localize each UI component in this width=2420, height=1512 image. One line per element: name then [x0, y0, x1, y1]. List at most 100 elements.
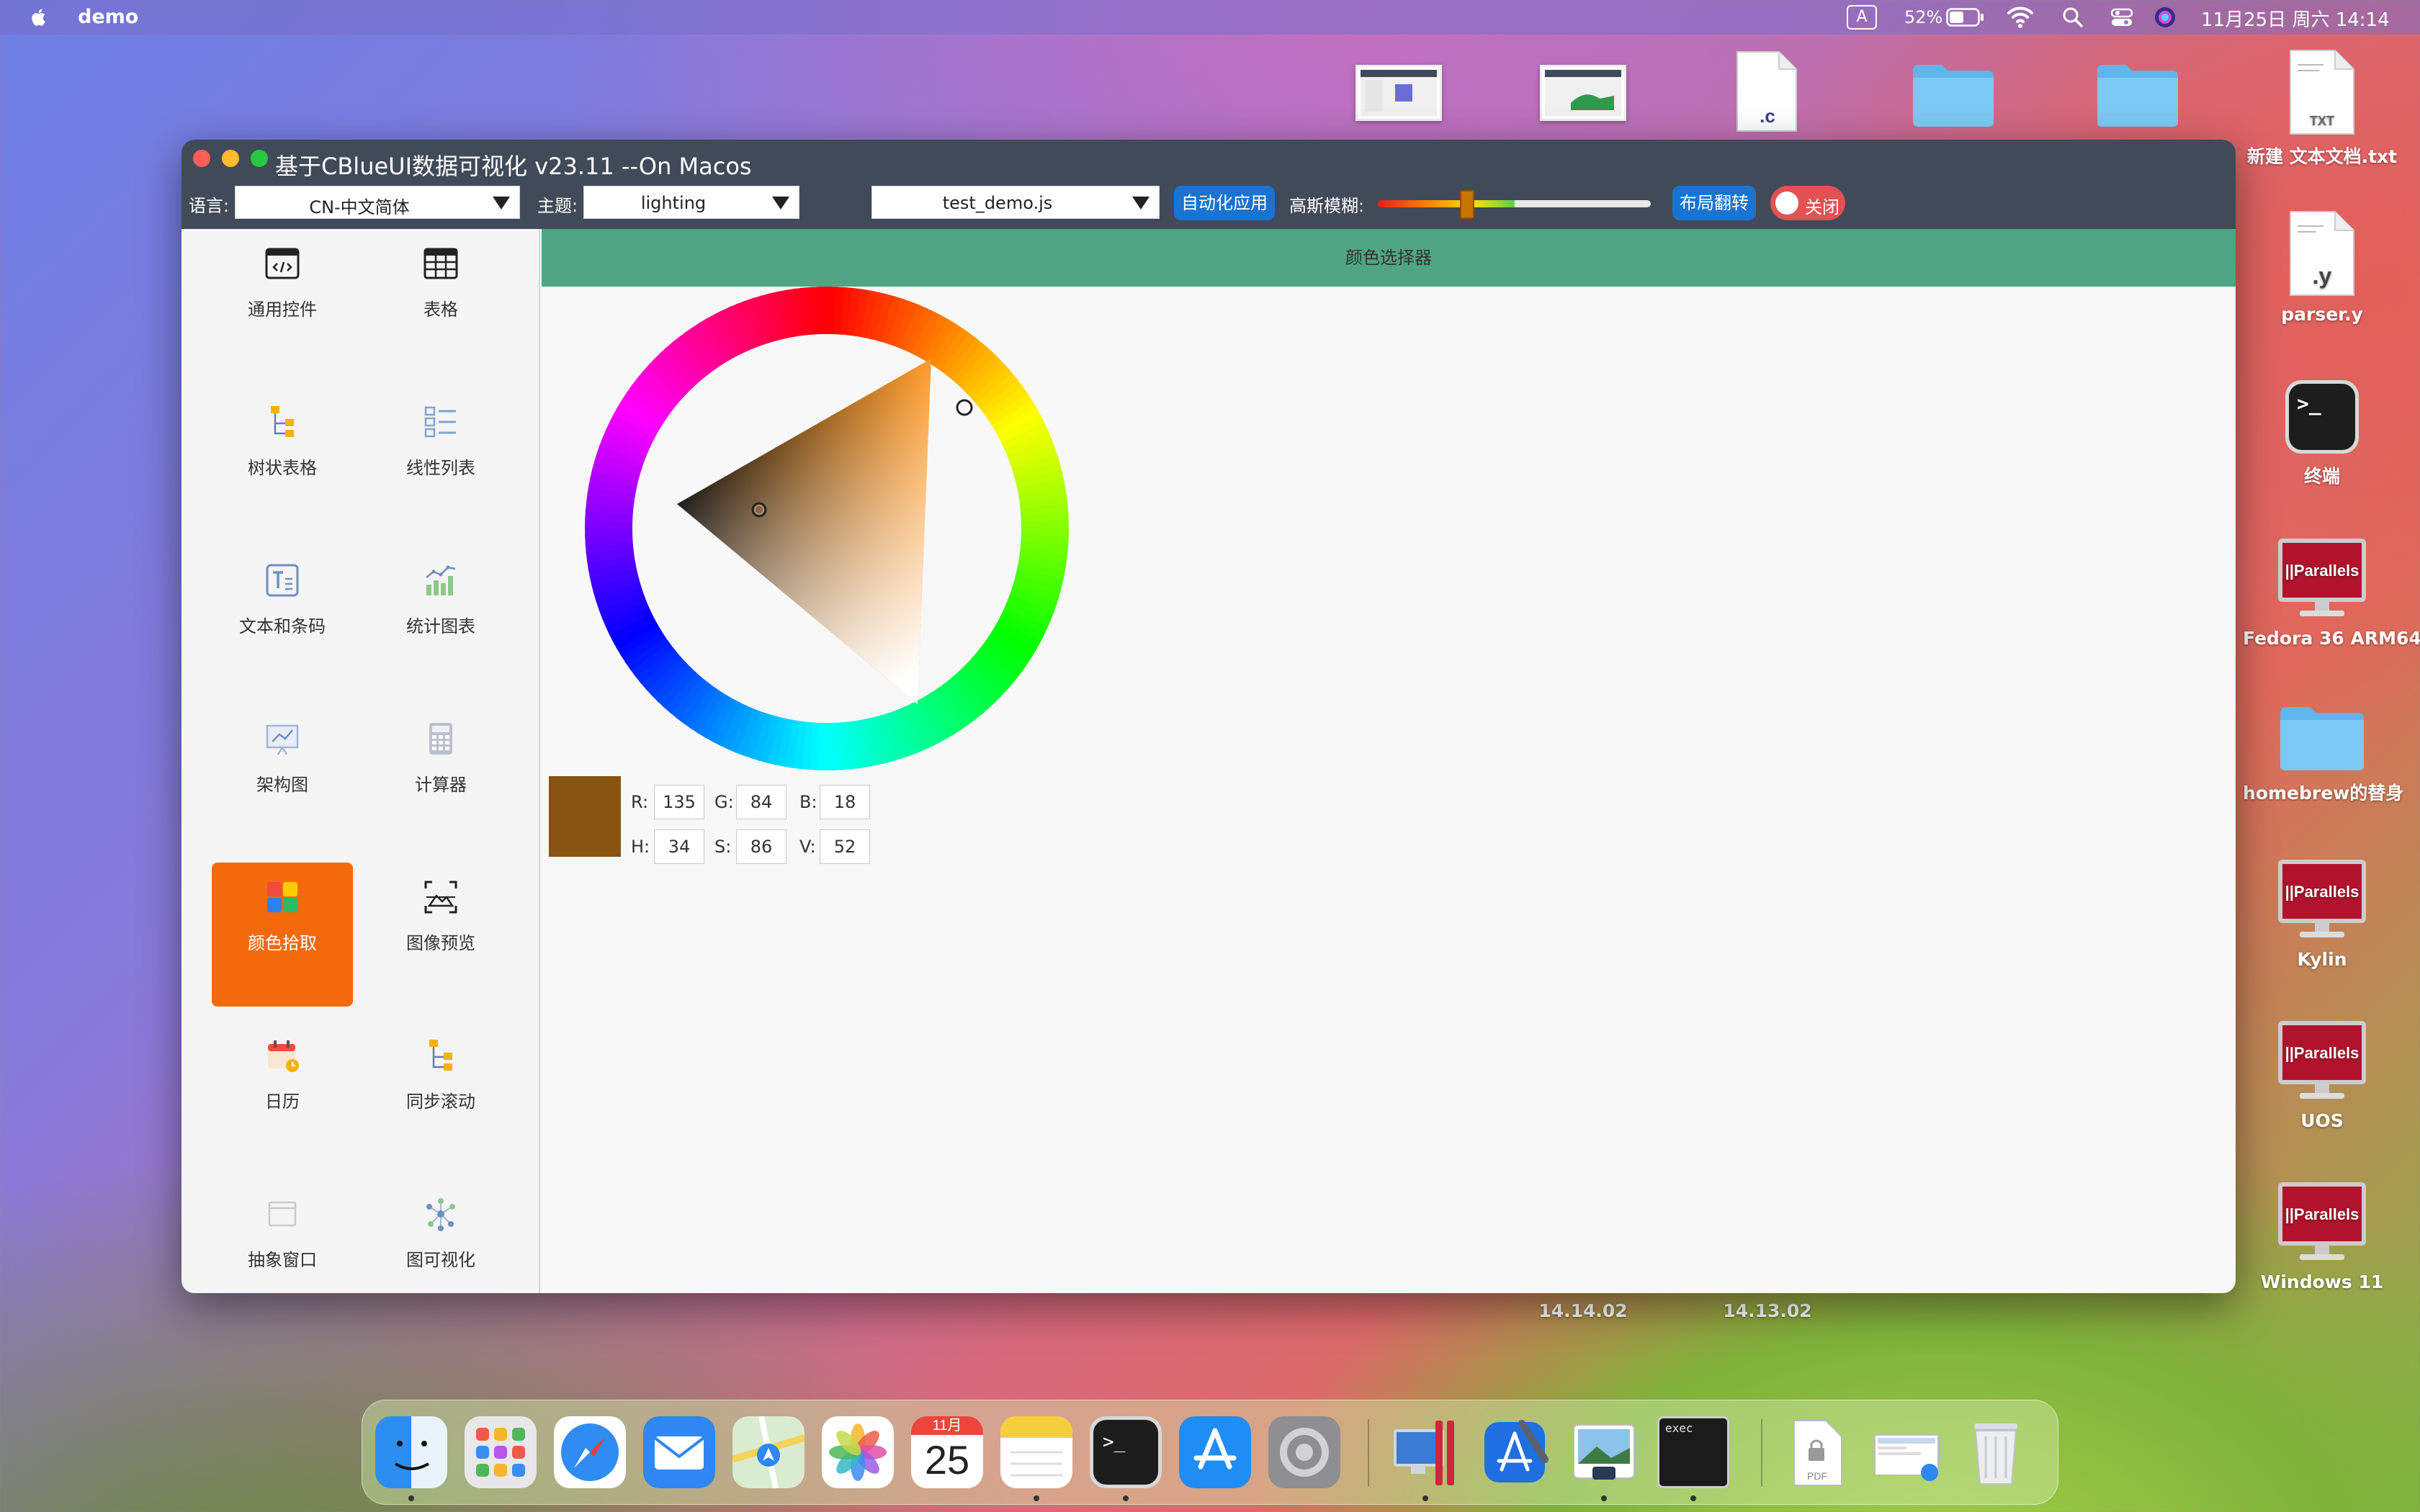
color-wheel[interactable] [585, 287, 1075, 776]
parallels-vm-icon: ||Parallels [2278, 1021, 2366, 1099]
app-store-icon[interactable] [1179, 1416, 1251, 1488]
sidebar-item-linear-list[interactable]: 线性列表 [370, 387, 511, 531]
theme-select[interactable]: lighting [583, 186, 799, 219]
dock-separator [1368, 1419, 1369, 1487]
sidebar-item-table[interactable]: 表格 [370, 229, 511, 373]
chevron-down-icon [1132, 197, 1150, 210]
mail-icon[interactable] [643, 1416, 715, 1488]
preview-icon[interactable] [1568, 1416, 1640, 1488]
active-app-name[interactable]: demo [78, 6, 138, 28]
battery-icon[interactable] [1946, 7, 1985, 27]
v-input[interactable]: 52 [820, 829, 870, 864]
sidebar-item-stat-chart[interactable]: 统计图表 [370, 546, 511, 690]
sidebar-item-label: 同步滚动 [406, 1092, 475, 1112]
language-label: 语言: [189, 196, 230, 216]
slider-thumb[interactable] [1460, 190, 1474, 219]
desktop-item-fedora-vm[interactable]: ||Parallels Fedora 36 ARM64 [2243, 536, 2420, 649]
system-settings-icon[interactable] [1268, 1416, 1340, 1488]
menubar-clock[interactable]: 11月25日 周六 14:14 [2201, 5, 2390, 32]
folder-icon[interactable] [2094, 60, 2181, 128]
sidebar-item-label: 统计图表 [406, 616, 475, 636]
txt-badge: TXT [2310, 114, 2334, 128]
calendar-app-icon[interactable]: 11月 25 [911, 1416, 983, 1488]
notes-icon[interactable] [1000, 1416, 1072, 1488]
sidebar-item-common-controls[interactable]: 通用控件 [212, 229, 353, 373]
v-label: V: [799, 837, 816, 857]
photos-icon[interactable] [822, 1416, 894, 1488]
window-minimize-button[interactable] [222, 150, 239, 167]
code-window-icon [265, 248, 300, 279]
exec-icon[interactable]: exec [1657, 1416, 1729, 1488]
desktop-item-label: parser.y [2281, 304, 2363, 325]
screenshot-file-icon[interactable] [1355, 65, 1442, 121]
b-input[interactable]: 18 [820, 785, 870, 819]
siri-icon[interactable] [2154, 6, 2177, 29]
desktop-item-uos-vm[interactable]: ||Parallels UOS [2243, 1018, 2401, 1131]
r-input[interactable]: 135 [654, 785, 704, 819]
running-indicator [1422, 1495, 1428, 1501]
table-icon [424, 248, 458, 279]
language-select[interactable]: CN-中文简体 [235, 186, 520, 219]
app-window: 基于CBlueUI数据可视化 v23.11 --On Macos 语言: CN-… [182, 140, 2236, 1293]
parallels-icon[interactable] [1389, 1416, 1461, 1488]
sidebar-item-architecture[interactable]: 架构图 [212, 704, 353, 848]
chevron-down-icon [493, 197, 510, 210]
desktop-item-terminal[interactable]: >_ 终端 [2243, 377, 2401, 488]
sidebar-item-graph-visual[interactable]: 图可视化 [370, 1179, 511, 1293]
sidebar-item-image-preview[interactable]: 图像预览 [370, 863, 511, 1007]
screenshot-file-icon[interactable] [1540, 65, 1626, 121]
abstract-window-icon [268, 1201, 297, 1227]
menu-bar: demo A 52% 11月25日 周六 14:14 [0, 0, 2420, 35]
g-input[interactable]: 84 [736, 785, 786, 819]
theme-label: 主题: [537, 196, 578, 216]
apple-menu-icon[interactable] [27, 6, 50, 29]
sidebar-item-sync-scroll[interactable]: 同步滚动 [370, 1021, 511, 1165]
sidebar-item-color-picker[interactable]: 颜色拾取 [212, 863, 353, 1007]
trash-icon[interactable] [1960, 1416, 2032, 1488]
script-select[interactable]: test_demo.js [871, 186, 1160, 219]
spotlight-search-icon[interactable] [2061, 6, 2084, 29]
folder-icon[interactable] [1910, 60, 1996, 128]
sidebar-item-calculator[interactable]: 计算器 [370, 704, 511, 848]
pdf-doc-icon[interactable]: PDF [1781, 1416, 1853, 1488]
window-close-button[interactable] [193, 150, 210, 167]
tree-table-icon [271, 406, 294, 437]
auto-apply-button[interactable]: 自动化应用 [1174, 186, 1275, 220]
close-toggle[interactable]: 关闭 [1770, 186, 1845, 220]
calendar-day: 25 [924, 1437, 970, 1482]
desktop-item-parser-y[interactable]: .y parser.y [2243, 209, 2401, 325]
window-zoom-button[interactable] [251, 150, 268, 167]
desktop-item-windows11-vm[interactable]: ||Parallels Windows 11 [2243, 1179, 2401, 1292]
s-input[interactable]: 86 [736, 829, 786, 864]
desktop-item-txt-file[interactable]: TXT 新建 文本文档.txt [2243, 48, 2401, 168]
color-picker-panel: 颜色选择器 R: 135 G: 84 B: 18 H: 34 S: 86 V: … [542, 229, 2236, 1293]
sidebar-item-calendar[interactable]: 日历 [212, 1021, 353, 1165]
s-label: S: [714, 837, 732, 857]
c-source-file-icon[interactable]: .c [1734, 49, 1799, 134]
image-preview-icon [424, 881, 457, 914]
input-source-indicator[interactable]: A [1847, 5, 1877, 30]
launchpad-icon[interactable] [465, 1416, 537, 1488]
xcode-icon[interactable] [1479, 1416, 1551, 1488]
desktop-item-homebrew-alias[interactable]: homebrew的替身 [2243, 701, 2403, 805]
window-title: 基于CBlueUI数据可视化 v23.11 --On Macos [275, 153, 752, 180]
safari-icon[interactable] [554, 1416, 626, 1488]
linear-list-icon [424, 406, 456, 438]
wifi-icon[interactable] [2007, 4, 2034, 29]
sidebar-item-text-barcode[interactable]: 文本和条码 [212, 546, 353, 690]
sidebar-item-label: 通用控件 [248, 300, 317, 320]
maps-icon[interactable] [732, 1416, 805, 1488]
finder-icon[interactable] [375, 1416, 447, 1488]
control-center-icon[interactable] [2110, 6, 2133, 29]
folder-alias-icon [2280, 707, 2364, 770]
blur-label: 高斯模糊: [1289, 196, 1365, 216]
terminal-icon[interactable]: >_ [1090, 1416, 1162, 1488]
screenshot-stack-icon[interactable] [1870, 1416, 1942, 1488]
color-preview-swatch [549, 776, 621, 857]
h-input[interactable]: 34 [654, 829, 704, 864]
gaussian-blur-slider[interactable] [1377, 190, 1651, 219]
desktop-item-kylin-vm[interactable]: ||Parallels Kylin [2243, 857, 2401, 970]
sidebar-item-tree-table[interactable]: 树状表格 [212, 387, 353, 531]
flip-layout-button[interactable]: 布局翻转 [1672, 186, 1756, 220]
sidebar-item-abstract-window[interactable]: 抽象窗口 [212, 1179, 353, 1293]
